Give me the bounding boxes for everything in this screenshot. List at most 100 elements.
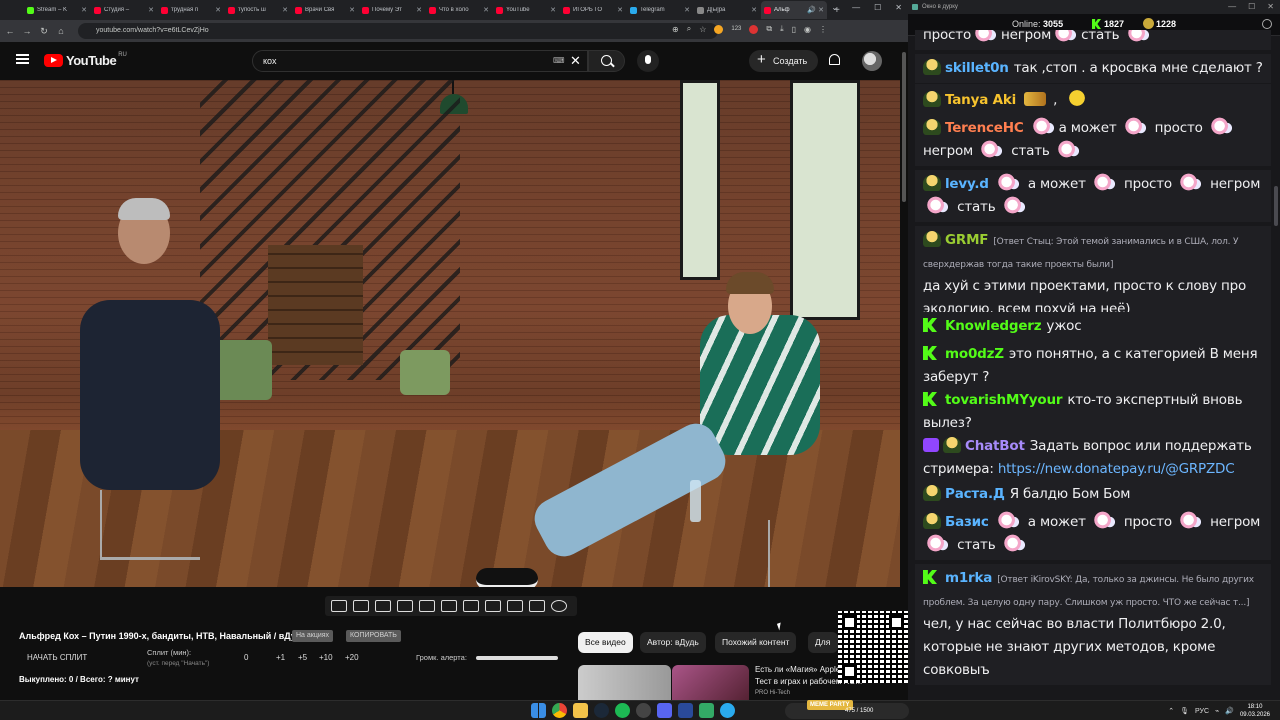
- network-icon[interactable]: ⌁: [1215, 707, 1219, 715]
- chevron-up-icon[interactable]: ⌃: [1168, 707, 1174, 715]
- close-icon[interactable]: ✕: [617, 6, 623, 14]
- maximize-icon[interactable]: ☐: [1248, 0, 1255, 14]
- maximize-icon[interactable]: ☐: [874, 3, 881, 12]
- voice-search-button[interactable]: [637, 50, 659, 72]
- chrome-icon[interactable]: [552, 703, 567, 718]
- browser-tab[interactable]: Студия – ✕: [91, 1, 157, 19]
- chat-username[interactable]: Tanya Aki: [945, 92, 1016, 108]
- split-add-10-button[interactable]: +10: [319, 653, 333, 662]
- language-indicator[interactable]: РУС: [1195, 708, 1209, 715]
- close-icon[interactable]: ✕: [282, 6, 288, 14]
- back-icon[interactable]: ←: [3, 26, 17, 36]
- recommended-thumbnail[interactable]: [672, 665, 749, 700]
- chat-username[interactable]: levy.d: [945, 176, 989, 192]
- download-icon[interactable]: ⤓: [780, 24, 784, 34]
- chat-username[interactable]: Knowledgerz: [945, 318, 1042, 334]
- start-split-button[interactable]: НАЧАТЬ СПЛИТ: [27, 653, 87, 662]
- theater-icon[interactable]: [419, 600, 435, 612]
- notifications-bell-icon[interactable]: [829, 54, 840, 65]
- chat-username[interactable]: Базис: [945, 514, 989, 530]
- close-icon[interactable]: ✕: [751, 6, 757, 14]
- clock[interactable]: 18:10 09.03.2026: [1240, 703, 1270, 719]
- chat-username[interactable]: Раста.Д: [945, 486, 1005, 502]
- search-button[interactable]: [588, 50, 625, 72]
- browser-tab-active[interactable]: Альф 🔊 ✕: [761, 1, 827, 19]
- broadcast-icon[interactable]: [353, 600, 369, 612]
- close-window-icon[interactable]: ✕: [895, 3, 902, 12]
- split-add-5-button[interactable]: +5: [298, 653, 307, 662]
- folder-icon[interactable]: [573, 703, 588, 718]
- obs-icon[interactable]: [636, 703, 651, 718]
- search-icon[interactable]: ⌕: [687, 24, 691, 34]
- split-add-20-button[interactable]: +20: [345, 653, 359, 662]
- close-icon[interactable]: ✕: [349, 6, 355, 14]
- close-icon[interactable]: ✕: [148, 6, 154, 14]
- video-player[interactable]: [0, 80, 900, 587]
- keyboard-icon[interactable]: ⌨: [553, 56, 565, 65]
- windows-start-icon[interactable]: [531, 703, 546, 718]
- watch-later-icon[interactable]: [375, 600, 391, 612]
- browser-tab[interactable]: тупость ш ✕: [225, 1, 291, 19]
- chat-scrollbar[interactable]: [1272, 36, 1280, 698]
- chat-username[interactable]: GRMF: [945, 232, 989, 248]
- browser-tab[interactable]: YouTube ✕: [493, 1, 559, 19]
- browser-tab[interactable]: Stream – K ✕: [24, 1, 90, 19]
- browser-tab[interactable]: Что в холо ✕: [426, 1, 492, 19]
- bookmark-star-icon[interactable]: ☆: [699, 25, 706, 34]
- more-icon[interactable]: ⋮: [819, 25, 827, 34]
- youtube-logo[interactable]: YouTube RU: [44, 52, 127, 68]
- chip-all-videos[interactable]: Все видео: [578, 632, 633, 653]
- profile-icon[interactable]: ◉: [804, 25, 811, 34]
- extension-icon[interactable]: [714, 24, 724, 34]
- telegram-icon[interactable]: [720, 703, 735, 718]
- clapper-icon[interactable]: [397, 600, 413, 612]
- loop-icon[interactable]: [331, 600, 347, 612]
- settings-gear-icon[interactable]: [1262, 19, 1272, 29]
- alert-volume-slider[interactable]: [476, 656, 558, 660]
- close-icon[interactable]: ✕: [215, 6, 221, 14]
- page-scrollbar[interactable]: [900, 42, 908, 700]
- close-icon[interactable]: ✕: [81, 6, 87, 14]
- close-icon[interactable]: ✕: [550, 6, 556, 14]
- speed-icon[interactable]: [463, 600, 479, 612]
- microphone-icon[interactable]: 🎙: [1180, 707, 1189, 715]
- create-button[interactable]: Создать: [749, 49, 818, 72]
- browser-tab[interactable]: Врачи Свя ✕: [292, 1, 358, 19]
- sale-badge[interactable]: На акциях: [292, 630, 334, 642]
- subtitles-icon[interactable]: [441, 600, 457, 612]
- spotify-icon[interactable]: [615, 703, 630, 718]
- browser-tab[interactable]: ИГОРЬ ГО ✕: [560, 1, 626, 19]
- close-icon[interactable]: ✕: [1267, 0, 1274, 14]
- forward-icon[interactable]: →: [20, 26, 34, 36]
- close-icon[interactable]: ✕: [416, 6, 422, 14]
- chat-username[interactable]: m1rka: [945, 570, 992, 586]
- chip-similar[interactable]: Похожий контент: [715, 632, 797, 653]
- tab-search-icon[interactable]: ⌄: [831, 3, 838, 12]
- recommended-thumbnail[interactable]: [578, 665, 671, 700]
- app-icon[interactable]: [699, 703, 714, 718]
- browser-tab[interactable]: трудная п ✕: [158, 1, 224, 19]
- split-add-1-button[interactable]: +1: [276, 653, 285, 662]
- close-icon[interactable]: ✕: [818, 6, 824, 14]
- steam-icon[interactable]: [594, 703, 609, 718]
- search-input[interactable]: кох: [252, 50, 588, 72]
- avatar[interactable]: [862, 51, 882, 71]
- menu-icon[interactable]: [16, 54, 29, 64]
- chip-for-you[interactable]: Для в: [808, 632, 838, 653]
- volume-icon[interactable]: 🔊: [1225, 707, 1234, 715]
- chip-author[interactable]: Автор: вДудь: [640, 632, 706, 653]
- reload-icon[interactable]: ↻: [37, 26, 51, 37]
- media-player-icon[interactable]: [678, 703, 693, 718]
- recommended-title[interactable]: Есть ли «Магия» Apple: [755, 665, 840, 674]
- meme-party-widget[interactable]: MEME PARTY 475 / 1500: [785, 700, 909, 719]
- home-icon[interactable]: ⌂: [54, 26, 68, 36]
- chat-username[interactable]: mo0dzZ: [945, 346, 1004, 362]
- url-field[interactable]: youtube.com/watch?v=e6tLCevZjHo: [78, 23, 718, 39]
- close-icon[interactable]: ✕: [684, 6, 690, 14]
- close-icon[interactable]: ✕: [483, 6, 489, 14]
- speaker-icon[interactable]: 🔊: [807, 6, 816, 14]
- puzzle-icon[interactable]: ⧉: [766, 24, 772, 34]
- chat-message-list[interactable]: просто негром стать skillet0n так ,стоп . а…: [908, 30, 1272, 698]
- screenshot-icon[interactable]: [507, 600, 523, 612]
- flask-icon[interactable]: [529, 600, 545, 612]
